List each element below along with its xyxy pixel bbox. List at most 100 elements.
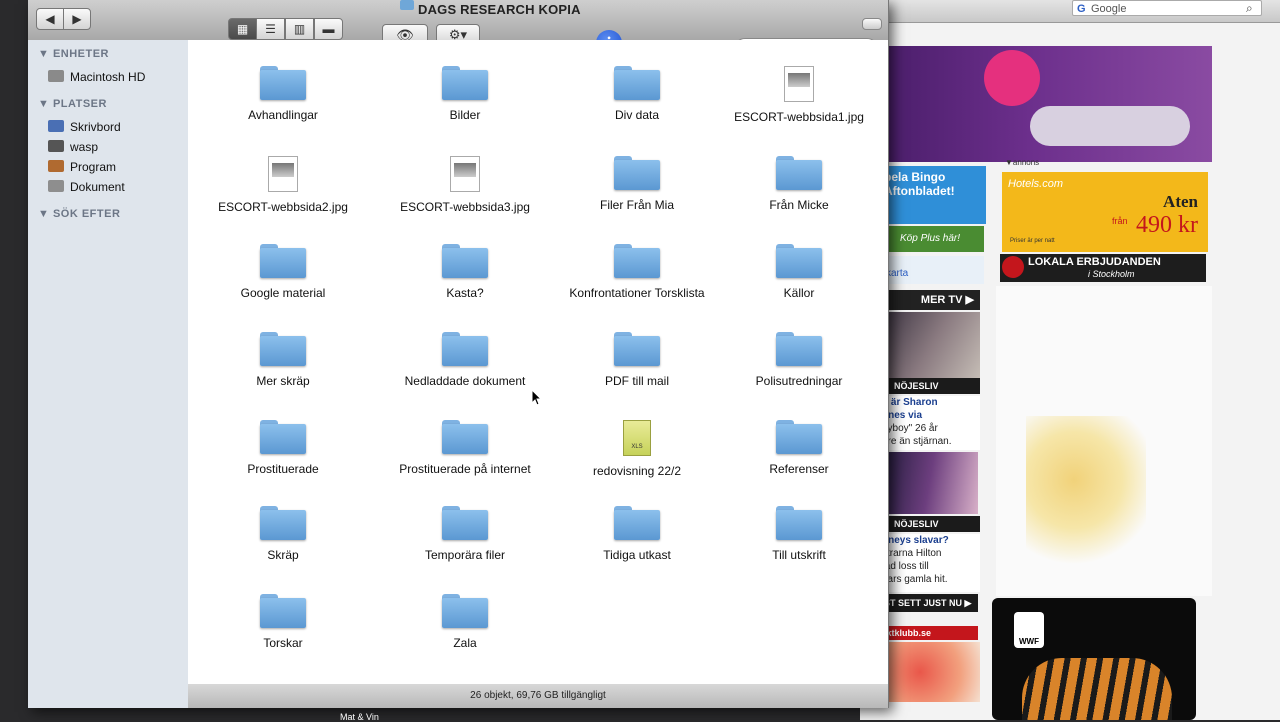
folder-item[interactable]: Källor [714,244,884,300]
banner-ad[interactable] [880,46,1212,162]
folder-icon [776,506,822,540]
folder-icon [614,156,660,190]
google-label: Google [1091,3,1127,15]
sketch-image [996,286,1212,596]
folder-item[interactable]: Zala [380,594,550,650]
item-label: PDF till mail [604,374,669,388]
file-item[interactable]: XLS redovisning 22/2 [552,420,722,478]
item-label: Prostituerade [247,462,319,476]
item-label: ESCORT-webbsida3.jpg [400,200,530,214]
wwf-panda-icon: WWF [1014,612,1044,648]
folder-icon [442,332,488,366]
folder-item[interactable]: Från Micke [714,156,884,212]
folder-item[interactable]: PDF till mail [552,332,722,388]
sidebar-item-dokument[interactable]: Dokument [48,178,125,196]
file-icon-grid: Avhandlingar Bilder Div data ESCORT-webbsid… [188,40,888,684]
news-photo[interactable] [880,452,978,514]
toolbar-toggle-button[interactable] [862,18,882,30]
folder-icon [614,332,660,366]
wwf-ad[interactable]: WWF [992,598,1196,720]
search-icon[interactable]: ⌕ [1246,1,1253,16]
sidebar-section-header[interactable]: ▼ PLATSER [38,98,107,110]
folder-item[interactable]: Google material [198,244,368,300]
list-view-button[interactable]: ☰ [256,18,285,40]
documents-icon [48,180,64,192]
image-file-icon [450,156,480,192]
spreadsheet-file-icon: XLS [623,420,651,456]
sidebar-section-header[interactable]: ▼ SÖK EFTER [38,208,120,220]
sidebar-item-macintosh-hd[interactable]: Macintosh HD [48,68,145,86]
folder-item[interactable]: Nedladdade dokument [380,332,550,388]
folder-item[interactable]: Mer skräp [198,332,368,388]
plus-ad[interactable]: Köp Plus här! [880,226,984,252]
folder-icon [442,506,488,540]
item-label: redovisning 22/2 [592,464,682,478]
item-label: Zala [453,636,477,650]
image-file-icon [784,66,814,102]
cover-flow-button[interactable]: ▬ [314,18,343,40]
item-label: Referenser [769,462,829,476]
folder-item[interactable]: Till utskrift [714,506,884,562]
dock-label: Mat & Vin [340,712,379,722]
folder-item[interactable]: Prostituerade på internet [380,420,550,476]
folder-item[interactable]: Kasta? [380,244,550,300]
sidebar-item-program[interactable]: Program [48,158,116,176]
item-label: Temporära filer [424,548,506,562]
folder-item[interactable]: Prostituerade [198,420,368,476]
item-label: ESCORT-webbsida1.jpg [734,110,864,124]
folder-item[interactable]: Temporära filer [380,506,550,562]
bingo-text: pela Bingo Aftonbladet! [884,170,955,198]
candy-image [880,642,980,702]
folder-item[interactable]: Div data [552,66,722,122]
folder-item[interactable]: Filer Från Mia [552,156,722,212]
back-button[interactable]: ◀ [36,8,64,30]
folder-item[interactable]: Konfrontationer Torsklista [552,244,722,300]
sidebar-item-wasp[interactable]: wasp [48,138,98,156]
sidebar-section-header[interactable]: ▼ ENHETER [38,48,109,60]
file-item[interactable]: ESCORT-webbsida1.jpg [714,66,884,124]
folder-icon [260,244,306,278]
lokala-erbjudanden-ad[interactable]: LOKALA ERBJUDANDEN i Stockholm [1000,254,1206,282]
klubb-link[interactable]: iktklubb.se [880,626,978,640]
google-icon: G [1077,3,1086,15]
folder-icon [614,66,660,100]
status-bar: 26 objekt, 69,76 GB tillgängligt [188,684,888,708]
sidebar-item-label: Macintosh HD [70,70,146,84]
google-search-field[interactable]: G Google [1072,0,1262,16]
item-label: Div data [614,108,660,122]
sidebar-item-skrivbord[interactable]: Skrivbord [48,118,121,136]
hotels-price: 490 kr [1136,212,1198,238]
bingo-ad[interactable]: pela Bingo Aftonbladet! [880,166,986,224]
news-headline[interactable]: n är Sharon [882,396,980,409]
item-label: Tidiga utkast [603,548,671,562]
sidebar-item-label: Dokument [70,180,125,194]
forward-button[interactable]: ▶ [63,8,91,30]
news-item[interactable]: n är Sharon ones via oyboy" 26 år gre än… [880,396,980,450]
title-bar[interactable]: DAGS RESEARCH KOPIA ◀ ▶ ▦ ☰ ▥ ▬ 👁 ⚙▾ [28,0,888,46]
icon-view-button[interactable]: ▦ [228,18,257,40]
file-item[interactable]: ESCORT-webbsida2.jpg [198,156,368,214]
column-view-button[interactable]: ▥ [285,18,314,40]
file-item[interactable]: ESCORT-webbsida3.jpg [380,156,550,214]
folder-item[interactable]: Torskar [198,594,368,650]
hotels-ad[interactable]: Hotels.com Aten från 490 kr Priser är pe… [1002,172,1208,252]
folder-item[interactable]: Referenser [714,420,884,476]
news-photo[interactable] [880,312,980,384]
view-switcher: ▦ ☰ ▥ ▬ [228,18,344,40]
folder-item[interactable]: Bilder [380,66,550,122]
news-item[interactable]: itneys slavar? strarna Hilton tad loss t… [880,534,980,592]
home-icon [48,140,64,152]
karta-link[interactable]: karta [880,256,984,284]
sidebar-item-label: Program [70,160,117,174]
mer-tv-link[interactable]: MER TV ▶ [880,290,980,310]
folder-item[interactable]: Skräp [198,506,368,562]
background-browser: G Google ⌕ ▼annons Hotels.com Aten från … [860,0,1280,720]
folder-item[interactable]: Polisutredningar [714,332,884,388]
news-headline[interactable]: ones via [882,409,980,422]
news-headline[interactable]: itneys slavar? [882,534,980,547]
folder-item[interactable]: Tidiga utkast [552,506,722,562]
folder-icon [260,66,306,100]
sett-just-nu-link[interactable]: ST SETT JUST NU ▶ [880,594,978,612]
tiger-image [1022,658,1172,720]
folder-item[interactable]: Avhandlingar [198,66,368,122]
